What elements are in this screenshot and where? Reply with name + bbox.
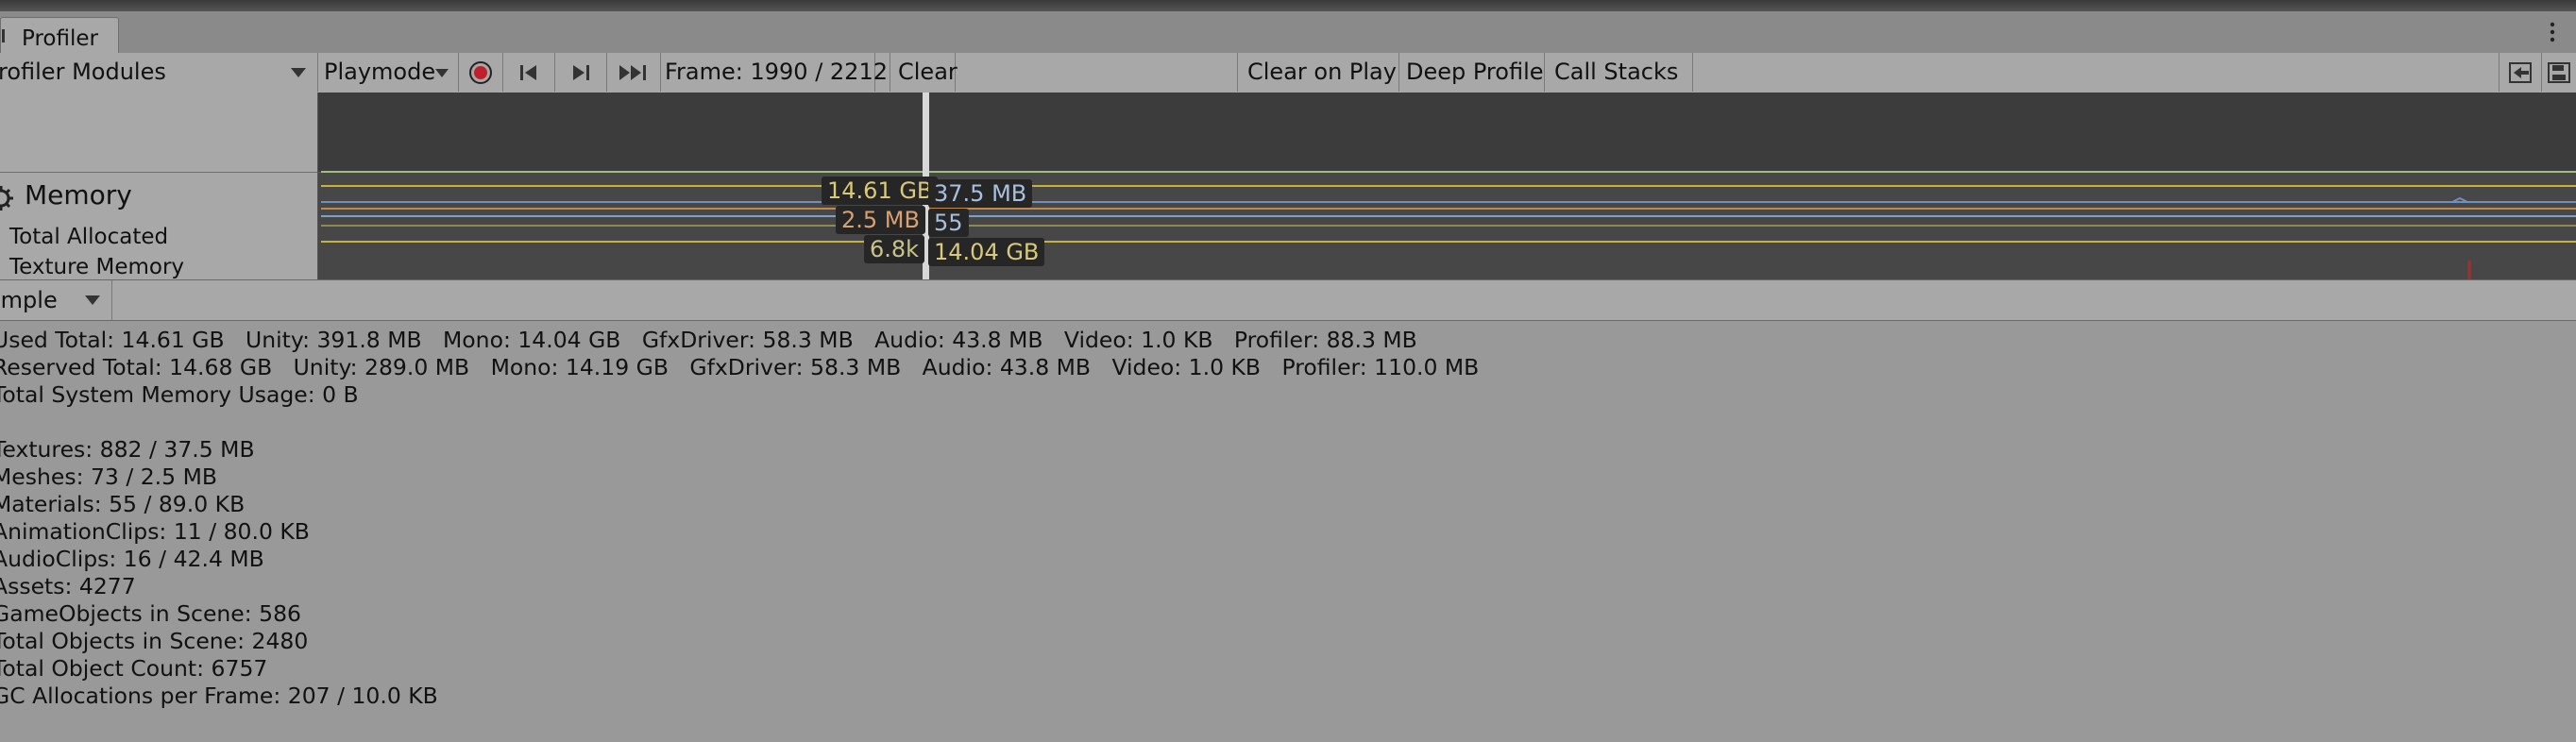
- load-icon: [2509, 62, 2532, 83]
- meshes-line: Meshes: 73 / 2.5 MB: [0, 464, 217, 490]
- window-top-strip: [0, 0, 2576, 11]
- used-total-line: Used Total: 14.61 GB Unity: 391.8 MB Mon…: [0, 327, 1417, 353]
- chart-lines: [321, 93, 2576, 279]
- record-icon: [469, 61, 492, 84]
- tooltip-left-2: 2.5 MB: [836, 206, 925, 234]
- legend-texture-memory[interactable]: Texture Memory: [9, 255, 184, 279]
- tooltip-right-1: 37.5 MB: [928, 179, 1033, 208]
- system-memory-line: Total System Memory Usage: 0 B: [0, 381, 359, 408]
- step-back-icon: [520, 65, 536, 80]
- clear-on-play-toggle[interactable]: Clear on Play: [1237, 53, 1399, 92]
- profiler-icon: [2, 29, 5, 42]
- save-button[interactable]: [2541, 53, 2576, 92]
- tooltip-left-1: 14.61 GB: [822, 177, 939, 205]
- module-title-memory[interactable]: Memory: [25, 179, 132, 211]
- gameobjects-line: GameObjects in Scene: 586: [0, 600, 301, 627]
- playmode-label: Playmode: [324, 59, 436, 85]
- audio-clips-line: AudioClips: 16 / 42.4 MB: [0, 546, 264, 572]
- tooltip-right-2: 55: [928, 209, 969, 237]
- materials-line: Materials: 55 / 89.0 KB: [0, 491, 246, 517]
- reserved-total-line: Reserved Total: 14.68 GB Unity: 289.0 MB…: [0, 354, 1480, 380]
- load-button[interactable]: [2499, 53, 2542, 92]
- assets-line: Assets: 4277: [0, 573, 136, 599]
- chevron-down-icon: [291, 68, 306, 77]
- gc-allocations-line: GC Allocations per Frame: 207 / 10.0 KB: [0, 683, 438, 709]
- memory-details: Used Total: 14.61 GB Unity: 391.8 MB Mon…: [0, 321, 2576, 742]
- animation-clips-line: AnimationClips: 11 / 80.0 KB: [0, 518, 310, 545]
- details-toolbar: imple: [0, 279, 2576, 321]
- previous-frame-button[interactable]: [503, 53, 555, 92]
- tab-label: Profiler: [22, 26, 98, 51]
- gear-icon[interactable]: [0, 184, 15, 212]
- step-forward-icon: [573, 65, 589, 80]
- view-mode-label: imple: [0, 287, 58, 313]
- call-stacks-toggle[interactable]: Call Stacks: [1545, 53, 1693, 92]
- tooltip-right-3: 14.04 GB: [928, 238, 1045, 266]
- tooltip-left-3: 6.8k: [864, 235, 925, 263]
- chevron-down-icon: [435, 69, 449, 77]
- playmode-dropdown[interactable]: Playmode: [318, 53, 459, 92]
- profiler-modules-label: rofiler Modules: [0, 59, 166, 85]
- clear-button[interactable]: Clear: [890, 53, 958, 92]
- tab-bar: Profiler: [0, 11, 2576, 54]
- profiler-modules-dropdown[interactable]: rofiler Modules: [0, 53, 318, 92]
- record-button[interactable]: [459, 53, 503, 92]
- deep-profile-toggle[interactable]: Deep Profile: [1398, 53, 1545, 92]
- toolbar: rofiler Modules Playmode Frame: 1990 / 2…: [0, 53, 2576, 93]
- textures-line: Textures: 882 / 37.5 MB: [0, 436, 255, 463]
- more-options-icon[interactable]: [2546, 21, 2559, 43]
- module-list-empty-area: [0, 93, 317, 173]
- legend-total-allocated[interactable]: Total Allocated: [9, 225, 168, 249]
- view-mode-dropdown[interactable]: imple: [0, 280, 112, 320]
- fast-forward-icon: [619, 65, 646, 80]
- chevron-down-icon: [85, 295, 100, 305]
- memory-chart[interactable]: 14.61 GB 2.5 MB 6.8k 37.5 MB 55 14.04 GB: [318, 93, 2576, 279]
- current-frame-button[interactable]: [607, 53, 661, 92]
- tab-profiler[interactable]: Profiler: [0, 17, 119, 54]
- next-frame-button[interactable]: [555, 53, 607, 92]
- total-object-count-line: Total Object Count: 6757: [0, 655, 268, 682]
- module-list: Memory Total Allocated Texture Memory: [0, 93, 318, 279]
- save-icon: [2548, 62, 2570, 83]
- frame-counter: Frame: 1990 / 2212: [661, 53, 888, 92]
- total-objects-in-scene-line: Total Objects in Scene: 2480: [0, 628, 309, 654]
